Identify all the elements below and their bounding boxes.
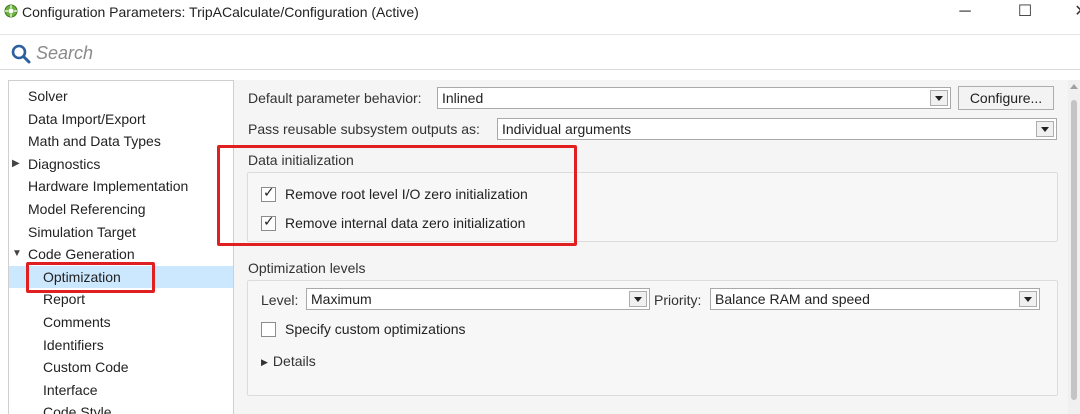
close-button[interactable]: ✕ (1066, 0, 1080, 26)
remove-root-io-label: Remove root level I/O zero initializatio… (285, 186, 528, 202)
tree-item-code-generation[interactable]: ▼ Code Generation (9, 243, 233, 265)
tree-item-label: Data Import/Export (28, 110, 146, 127)
default-param-label: Default parameter behavior: (248, 90, 422, 106)
maximize-button[interactable]: ☐ (1010, 0, 1040, 26)
tree-item-solver[interactable]: Solver (9, 85, 233, 107)
custom-opt-label: Specify custom optimizations (285, 321, 466, 337)
tree-item-label: Custom Code (43, 359, 129, 376)
tree-item-diagnostics[interactable]: ▶ Diagnostics (9, 153, 233, 175)
scroll-thumb[interactable] (1071, 100, 1077, 400)
chevron-down-icon (1036, 121, 1054, 137)
category-tree: Solver Data Import/Export Math and Data Ty… (8, 80, 234, 414)
data-init-group (247, 172, 1058, 242)
window-title: Configuration Parameters: TripACalculate… (22, 4, 419, 20)
priority-value: Balance RAM and speed (715, 291, 870, 307)
tree-item-label: Math and Data Types (28, 133, 161, 150)
details-label: Details (272, 353, 316, 369)
data-init-title: Data initialization (248, 152, 354, 168)
tree-item-label: Code Style (43, 404, 112, 414)
expanded-arrow-icon[interactable]: ▼ (12, 243, 22, 265)
tree-item-optimization[interactable]: Optimization (9, 265, 233, 288)
tree-item-hardware-implementation[interactable]: Hardware Implementation (9, 175, 233, 197)
tree-item-label: Report (43, 291, 86, 308)
remove-internal-data-label: Remove internal data zero initialization (285, 215, 526, 231)
search-icon[interactable] (10, 43, 32, 65)
tree-item-report[interactable]: Report (9, 288, 233, 310)
search-bar (0, 34, 1080, 70)
vertical-scrollbar[interactable] (1068, 80, 1080, 414)
search-input[interactable] (36, 40, 636, 66)
custom-opt-checkbox[interactable] (261, 322, 276, 337)
tree-item-model-referencing[interactable]: Model Referencing (9, 198, 233, 220)
minimize-button[interactable]: ─ (950, 0, 980, 26)
remove-internal-data-checkbox[interactable] (261, 214, 276, 231)
tree-item-label: Interface (43, 381, 98, 398)
priority-select[interactable]: Balance RAM and speed (710, 288, 1040, 310)
level-value: Maximum (311, 291, 372, 307)
chevron-down-icon (930, 90, 948, 106)
collapsed-arrow-icon[interactable]: ▶ (12, 153, 20, 175)
level-label: Level: (261, 292, 299, 308)
default-param-select[interactable]: Inlined (437, 87, 951, 109)
tree-item-data-import-export[interactable]: Data Import/Export (9, 108, 233, 130)
tree-item-interface[interactable]: Interface (9, 379, 233, 401)
scroll-up-icon[interactable] (1070, 84, 1078, 89)
remove-root-io-checkbox[interactable] (261, 185, 276, 202)
tree-item-label: Diagnostics (28, 155, 101, 172)
tree-item-label: Simulation Target (28, 223, 136, 240)
chevron-down-icon (1019, 291, 1037, 307)
title-bar: Configuration Parameters: TripACalculate… (0, 0, 1080, 26)
tree-item-custom-code[interactable]: Custom Code (9, 356, 233, 378)
default-param-value: Inlined (442, 90, 484, 106)
chevron-down-icon (629, 291, 647, 307)
tree-item-simulation-target[interactable]: Simulation Target (9, 221, 233, 243)
tree-item-label: Optimization (43, 268, 121, 285)
optimization-pane: Default parameter behavior: Inlined Conf… (234, 80, 1080, 414)
expand-arrow-icon: ▶ (261, 357, 268, 367)
tree-item-label: Identifiers (43, 336, 104, 353)
level-select[interactable]: Maximum (306, 288, 650, 310)
tree-item-code-style[interactable]: Code Style (9, 401, 233, 414)
tree-item-math-and-data-types[interactable]: Math and Data Types (9, 130, 233, 152)
matlab-app-icon (4, 4, 18, 18)
priority-label: Priority: (654, 292, 702, 308)
pass-reusable-value: Individual arguments (502, 121, 632, 137)
tree-item-label: Model Referencing (28, 201, 146, 217)
pass-reusable-label: Pass reusable subsystem outputs as: (248, 121, 480, 137)
tree-item-label: Solver (28, 88, 68, 104)
pass-reusable-select[interactable]: Individual arguments (497, 118, 1057, 140)
details-expander[interactable]: ▶ Details (261, 353, 316, 369)
configure-button[interactable]: Configure... (958, 86, 1054, 110)
opt-levels-title: Optimization levels (248, 260, 366, 276)
tree-item-comments[interactable]: Comments (9, 311, 233, 333)
tree-item-identifiers[interactable]: Identifiers (9, 334, 233, 356)
tree-item-label: Hardware Implementation (28, 178, 189, 195)
tree-item-label: Comments (43, 314, 111, 330)
tree-item-label: Code Generation (28, 246, 135, 263)
